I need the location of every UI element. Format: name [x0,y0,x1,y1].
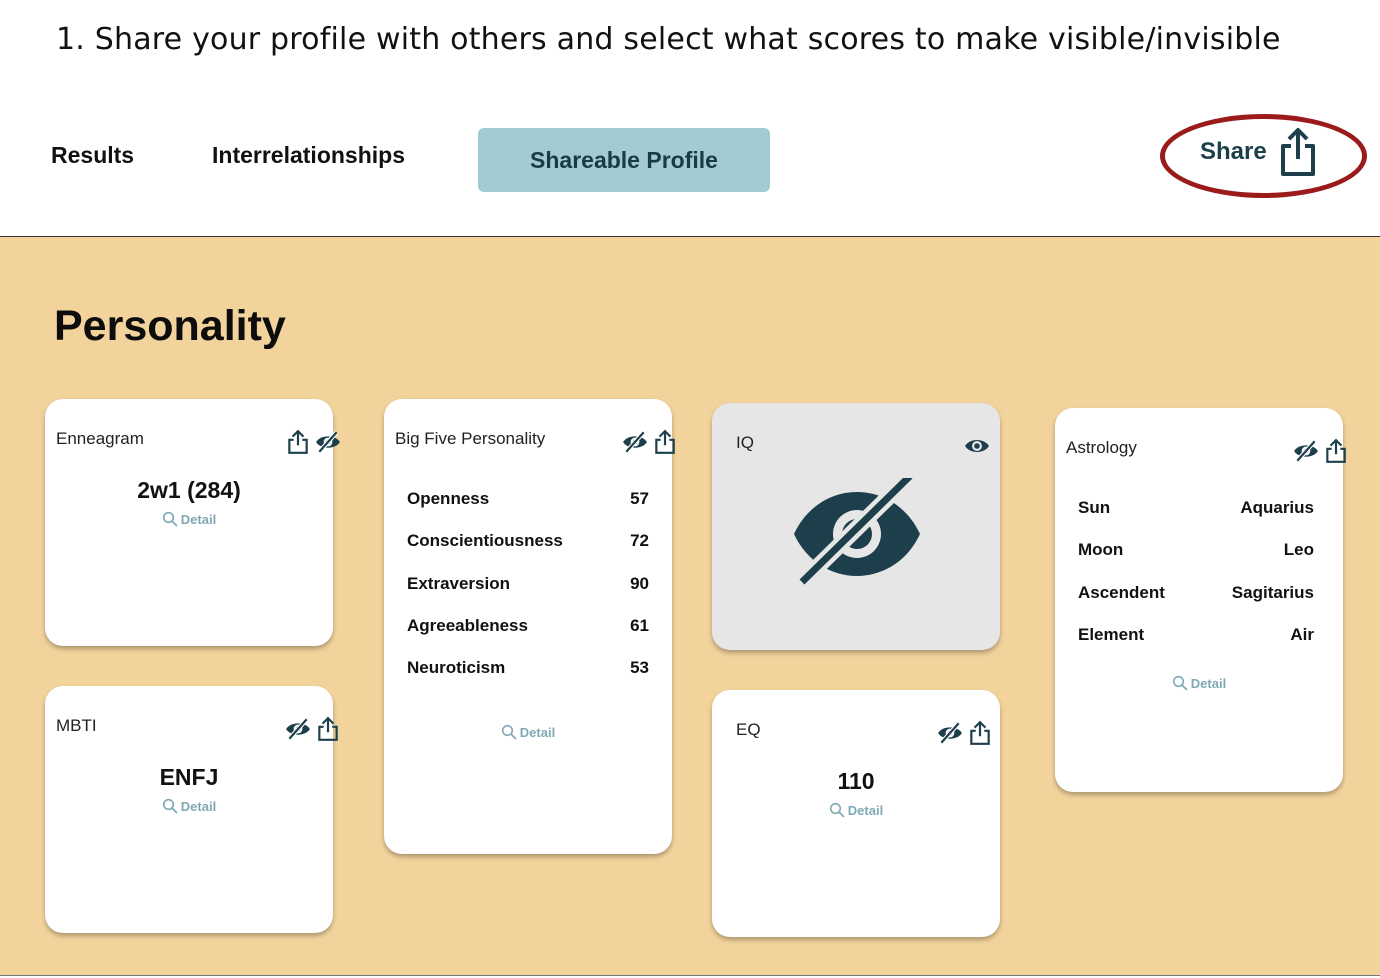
share-icon [1279,126,1317,178]
astrology-row: Sun Aquarius [1078,498,1314,518]
card-actions [1293,438,1349,464]
iq-card: IQ [712,403,1000,650]
trait-label: Extraversion [407,574,510,593]
detail-link[interactable]: Detail [45,798,333,814]
trait-row: Agreeableness 61 [407,616,649,636]
astrology-label: Element [1078,625,1145,644]
eq-value: 110 [837,768,875,794]
share-button-label: Share [1200,138,1267,165]
detail-label: Detail [519,724,556,740]
search-icon [162,798,178,814]
share-icon[interactable] [285,429,311,455]
astrology-value: Aquarius [1240,498,1314,517]
search-icon [162,511,178,527]
share-icon[interactable] [1323,438,1349,464]
big-five-card: Big Five Personality Openness 57 Conscie… [384,399,675,854]
section-title: Personality [54,302,286,350]
share-icon[interactable] [315,716,341,742]
eq-card: EQ 110 Detail [712,690,1000,937]
share-icon[interactable] [967,720,993,746]
card-actions [285,429,341,455]
trait-row: Conscientiousness 72 [407,531,649,551]
trait-row: Extraversion 90 [407,574,649,594]
eye-slash-icon[interactable] [315,429,341,455]
eye-slash-icon[interactable] [622,429,648,455]
trait-value: 61 [630,616,649,635]
search-icon [1172,675,1188,691]
trait-label: Conscientiousness [407,531,563,550]
astrology-row: Element Air [1078,625,1314,645]
astrology-value: Air [1290,625,1314,644]
trait-value: 57 [630,489,649,508]
tab-results[interactable]: Results [51,142,134,169]
trait-row: Openness 57 [407,489,649,509]
eye-slash-icon[interactable] [285,716,311,742]
astrology-row: Moon Leo [1078,540,1314,560]
trait-row: Neuroticism 53 [407,658,649,678]
detail-link[interactable]: Detail [712,802,1000,818]
mbti-value: ENFJ [159,764,219,790]
card-actions [937,720,993,746]
trait-label: Openness [407,489,490,508]
card-actions [964,433,990,459]
card-title: Enneagram [56,429,144,448]
detail-label: Detail [180,798,217,814]
eye-slash-icon[interactable] [937,720,963,746]
tab-shareable-profile[interactable]: Shareable Profile [478,128,770,192]
bottom-divider [0,975,1380,976]
astrology-row: Ascendent Sagitarius [1078,583,1314,603]
search-icon [501,724,517,740]
detail-label: Detail [180,511,217,527]
tab-interrelationships[interactable]: Interrelationships [212,142,405,169]
trait-value: 72 [630,531,649,550]
card-title: EQ [736,720,761,739]
share-icon[interactable] [652,429,678,455]
eye-slash-icon[interactable] [1293,438,1319,464]
share-button[interactable]: Share [1200,126,1317,178]
detail-label: Detail [847,802,884,818]
astrology-label: Ascendent [1078,583,1165,602]
hidden-eye-slash-icon [794,478,920,588]
tab-shareable-profile-label: Shareable Profile [530,146,718,173]
trait-label: Agreeableness [407,616,528,635]
astrology-value: Sagitarius [1231,583,1314,602]
card-title: MBTI [56,716,97,735]
mbti-card: MBTI ENFJ Detail [45,686,338,933]
enneagram-value: 2w1 (284) [137,477,241,503]
detail-link[interactable]: Detail [384,724,672,740]
instruction-caption: 1. Share your profile with others and se… [56,22,1281,57]
card-title: Big Five Personality [395,429,546,448]
astrology-label: Moon [1078,540,1124,559]
card-title: IQ [736,433,754,452]
astrology-value: Leo [1283,540,1314,559]
detail-label: Detail [1190,675,1227,691]
eye-icon[interactable] [964,433,990,459]
astrology-label: Sun [1078,498,1111,517]
card-actions [622,429,678,455]
trait-label: Neuroticism [407,658,506,677]
trait-value: 90 [630,574,649,593]
detail-link[interactable]: Detail [45,511,333,527]
search-icon [829,802,845,818]
enneagram-card: Enneagram 2w1 (284) Detail [45,399,340,646]
trait-value: 53 [630,658,649,677]
astrology-card: Astrology Sun Aquarius Moon Leo Ascenden… [1055,408,1346,792]
detail-link[interactable]: Detail [1055,675,1343,691]
card-title: Astrology [1066,438,1137,457]
card-actions [285,716,341,742]
